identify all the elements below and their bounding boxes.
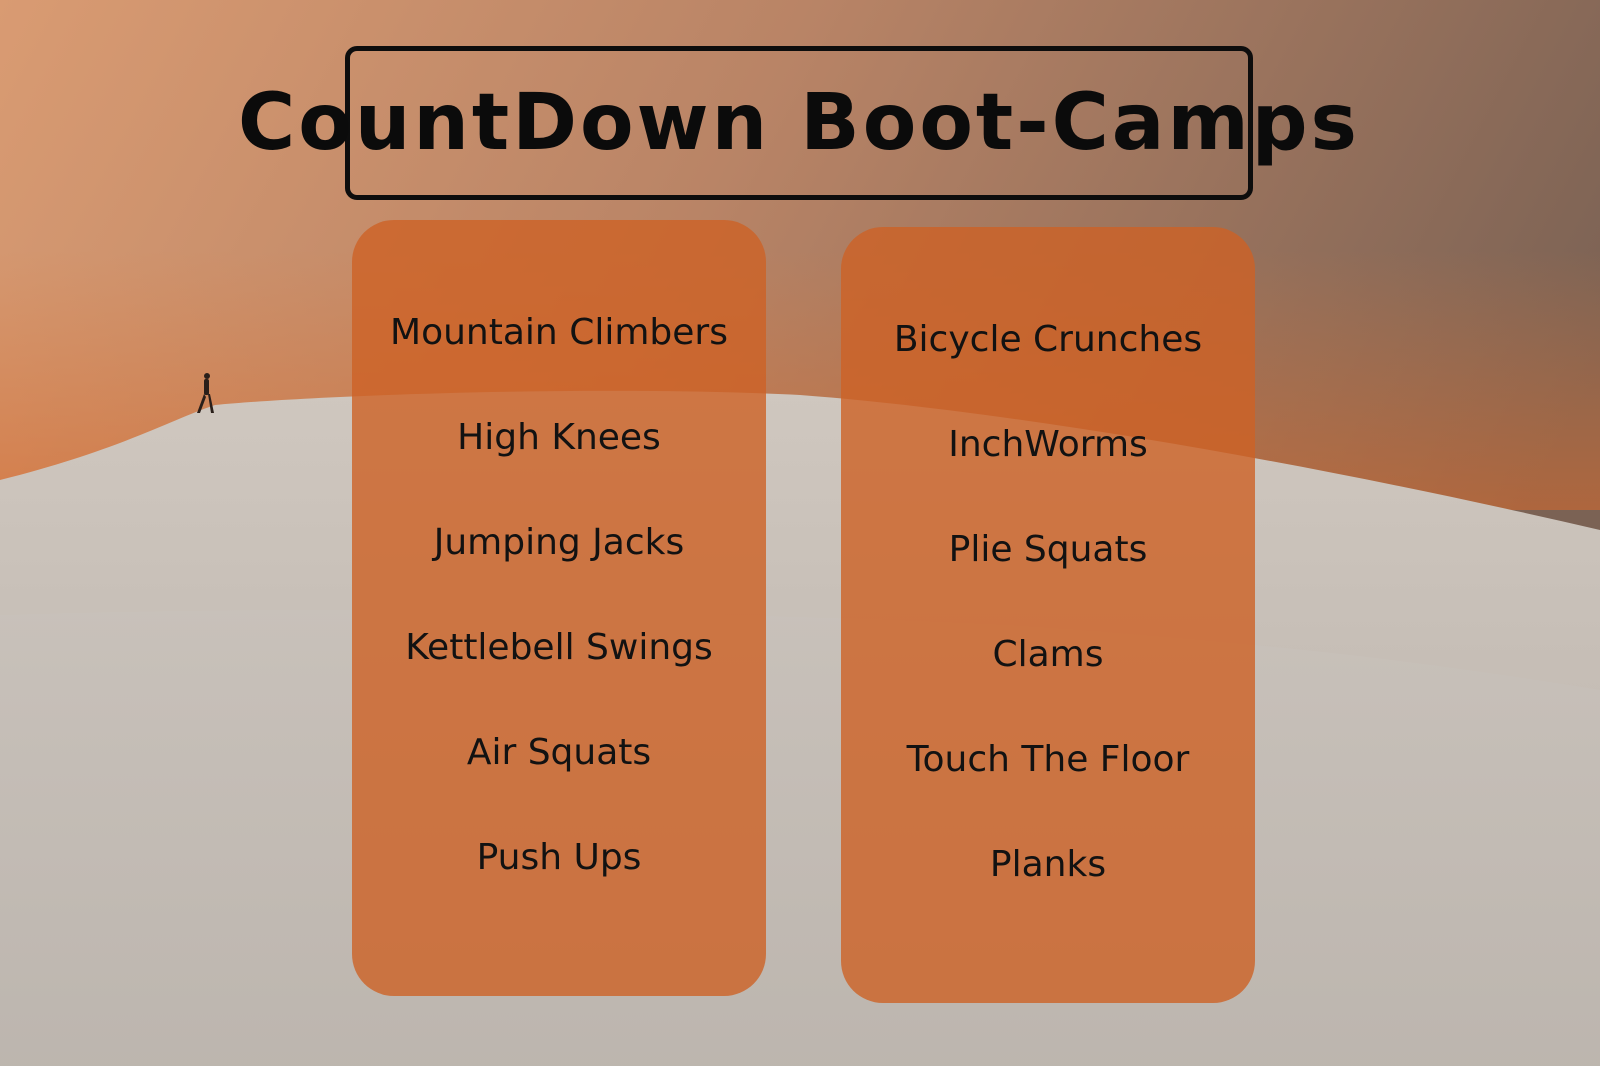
exercise-panel-right: Bicycle Crunches InchWorms Plie Squats C… (841, 227, 1255, 1003)
exercise-list-left: Mountain Climbers High Knees Jumping Jac… (352, 306, 766, 936)
list-item: Plie Squats (948, 529, 1148, 570)
list-item: Touch The Floor (906, 739, 1190, 780)
list-item: High Knees (457, 417, 661, 458)
exercise-panel-left: Mountain Climbers High Knees Jumping Jac… (352, 220, 766, 996)
list-item: Push Ups (476, 837, 642, 878)
list-item: Kettlebell Swings (405, 627, 713, 668)
list-item: Jumping Jacks (433, 522, 685, 563)
list-item: Air Squats (466, 732, 652, 773)
list-item: InchWorms (948, 424, 1148, 465)
list-item: Clams (992, 634, 1104, 675)
page-title: CountDown Boot-Camps (238, 78, 1360, 168)
list-item: Mountain Climbers (390, 312, 728, 353)
list-item: Planks (989, 844, 1107, 885)
list-item: Bicycle Crunches (893, 319, 1203, 360)
exercise-list-right: Bicycle Crunches InchWorms Plie Squats C… (841, 313, 1255, 943)
title-box: CountDown Boot-Camps (238, 46, 1357, 200)
